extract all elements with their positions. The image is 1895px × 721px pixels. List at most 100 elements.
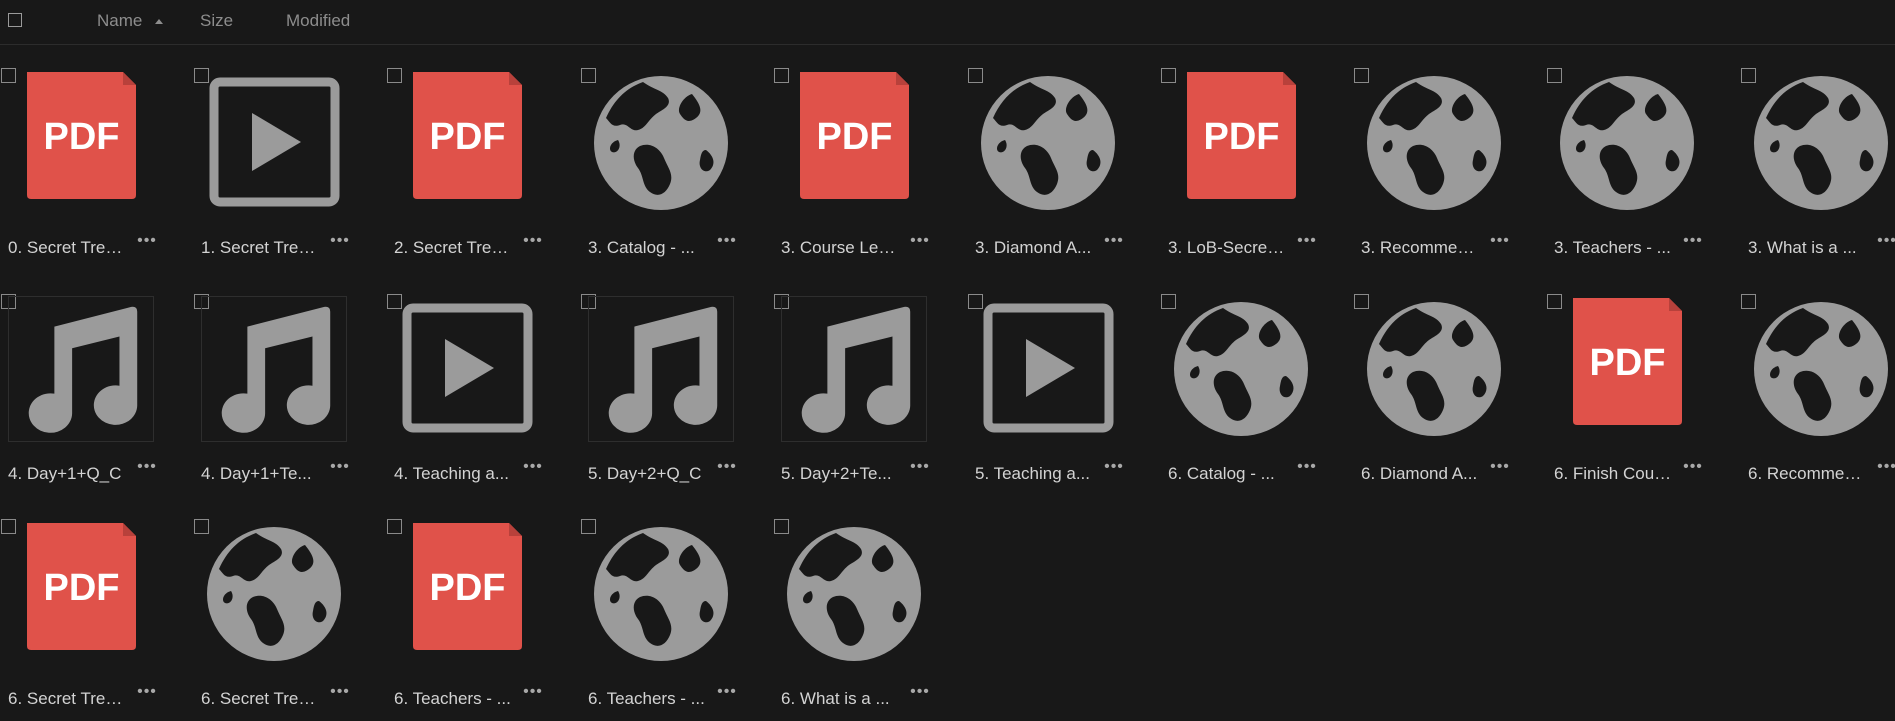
file-name-label[interactable]: 3. LoB-Secret...: [1168, 238, 1286, 258]
file-tile[interactable]: PDF 3. Course Lea... •••: [773, 45, 965, 270]
file-tile[interactable]: PDF 6. Finish Cour... •••: [1546, 271, 1738, 496]
file-tile[interactable]: 3. What is a ... •••: [1740, 45, 1895, 270]
more-options-icon[interactable]: •••: [329, 231, 351, 253]
globe-icon[interactable]: [1168, 296, 1314, 442]
file-name-label[interactable]: 5. Day+2+Te...: [781, 464, 899, 484]
file-tile[interactable]: 6. Diamond A... •••: [1353, 271, 1545, 496]
more-options-icon[interactable]: •••: [522, 231, 544, 253]
file-name-label[interactable]: 6. What is a ...: [781, 689, 899, 709]
video-icon[interactable]: [201, 70, 347, 216]
pdf-icon[interactable]: PDF: [394, 521, 540, 667]
file-tile[interactable]: PDF 3. LoB-Secret... •••: [1160, 45, 1352, 270]
music-icon[interactable]: [201, 296, 347, 442]
globe-icon[interactable]: [588, 70, 734, 216]
pdf-icon[interactable]: PDF: [1168, 70, 1314, 216]
more-options-icon[interactable]: •••: [909, 231, 931, 253]
pdf-icon[interactable]: PDF: [8, 70, 154, 216]
sort-ascending-icon[interactable]: [155, 19, 163, 24]
file-name-label[interactable]: 3. Course Lea...: [781, 238, 899, 258]
more-options-icon[interactable]: •••: [329, 682, 351, 704]
file-name-label[interactable]: 3. Recommen...: [1361, 238, 1479, 258]
more-options-icon[interactable]: •••: [716, 231, 738, 253]
globe-icon[interactable]: [1748, 70, 1894, 216]
more-options-icon[interactable]: •••: [522, 682, 544, 704]
column-name-header[interactable]: Name: [97, 11, 142, 31]
file-name-label[interactable]: 6. Secret Trea...: [8, 689, 126, 709]
file-tile[interactable]: 3. Recommen... •••: [1353, 45, 1545, 270]
more-options-icon[interactable]: •••: [1296, 231, 1318, 253]
more-options-icon[interactable]: •••: [1876, 457, 1895, 479]
file-tile[interactable]: PDF 2. Secret Trea... •••: [386, 45, 578, 270]
music-icon[interactable]: [588, 296, 734, 442]
more-options-icon[interactable]: •••: [909, 682, 931, 704]
file-name-label[interactable]: 3. What is a ...: [1748, 238, 1866, 258]
globe-icon[interactable]: [975, 70, 1121, 216]
pdf-icon[interactable]: PDF: [394, 70, 540, 216]
more-options-icon[interactable]: •••: [1876, 231, 1895, 253]
file-name-label[interactable]: 5. Day+2+Q_C: [588, 464, 706, 484]
file-tile[interactable]: PDF 6. Secret Trea... •••: [0, 496, 192, 721]
more-options-icon[interactable]: •••: [1103, 231, 1125, 253]
file-name-label[interactable]: 3. Catalog - ...: [588, 238, 706, 258]
pdf-icon[interactable]: PDF: [8, 521, 154, 667]
file-tile[interactable]: 5. Teaching a... •••: [967, 271, 1159, 496]
file-tile[interactable]: 3. Teachers - ... •••: [1546, 45, 1738, 270]
video-icon[interactable]: [975, 296, 1121, 442]
file-tile[interactable]: PDF 6. Teachers - ... •••: [386, 496, 578, 721]
globe-icon[interactable]: [1361, 70, 1507, 216]
globe-icon[interactable]: [201, 521, 347, 667]
file-tile[interactable]: 6. Recommen... •••: [1740, 271, 1895, 496]
file-tile[interactable]: 4. Day+1+Q_C •••: [0, 271, 192, 496]
more-options-icon[interactable]: •••: [136, 457, 158, 479]
more-options-icon[interactable]: •••: [136, 231, 158, 253]
column-size-header[interactable]: Size: [200, 11, 233, 31]
more-options-icon[interactable]: •••: [329, 457, 351, 479]
music-icon[interactable]: [781, 296, 927, 442]
more-options-icon[interactable]: •••: [1682, 457, 1704, 479]
file-name-label[interactable]: 4. Teaching a...: [394, 464, 512, 484]
more-options-icon[interactable]: •••: [716, 682, 738, 704]
file-name-label[interactable]: 2. Secret Trea...: [394, 238, 512, 258]
file-name-label[interactable]: 6. Finish Cour...: [1554, 464, 1672, 484]
select-all-checkbox[interactable]: [8, 13, 22, 27]
more-options-icon[interactable]: •••: [1682, 231, 1704, 253]
file-tile[interactable]: 4. Day+1+Te... •••: [193, 271, 385, 496]
file-name-label[interactable]: 3. Diamond A...: [975, 238, 1093, 258]
file-name-label[interactable]: 6. Diamond A...: [1361, 464, 1479, 484]
more-options-icon[interactable]: •••: [909, 457, 931, 479]
file-name-label[interactable]: 4. Day+1+Q_C: [8, 464, 126, 484]
more-options-icon[interactable]: •••: [716, 457, 738, 479]
file-tile[interactable]: PDF 0. Secret Trea... •••: [0, 45, 192, 270]
file-name-label[interactable]: 6. Secret Trea...: [201, 689, 319, 709]
file-tile[interactable]: 5. Day+2+Te... •••: [773, 271, 965, 496]
globe-icon[interactable]: [1361, 296, 1507, 442]
file-name-label[interactable]: 6. Catalog - ...: [1168, 464, 1286, 484]
more-options-icon[interactable]: •••: [522, 457, 544, 479]
file-tile[interactable]: 4. Teaching a... •••: [386, 271, 578, 496]
pdf-icon[interactable]: PDF: [781, 70, 927, 216]
video-icon[interactable]: [394, 296, 540, 442]
file-tile[interactable]: 6. Teachers - ... •••: [580, 496, 772, 721]
file-name-label[interactable]: 3. Teachers - ...: [1554, 238, 1672, 258]
column-modified-header[interactable]: Modified: [286, 11, 350, 31]
file-tile[interactable]: 3. Diamond A... •••: [967, 45, 1159, 270]
file-name-label[interactable]: 1. Secret Trea...: [201, 238, 319, 258]
file-tile[interactable]: 6. Secret Trea... •••: [193, 496, 385, 721]
file-name-label[interactable]: 6. Teachers - ...: [394, 689, 512, 709]
file-name-label[interactable]: 0. Secret Trea...: [8, 238, 126, 258]
file-name-label[interactable]: 6. Recommen...: [1748, 464, 1866, 484]
pdf-icon[interactable]: PDF: [1554, 296, 1700, 442]
more-options-icon[interactable]: •••: [1489, 457, 1511, 479]
file-name-label[interactable]: 6. Teachers - ...: [588, 689, 706, 709]
file-tile[interactable]: 3. Catalog - ... •••: [580, 45, 772, 270]
globe-icon[interactable]: [781, 521, 927, 667]
music-icon[interactable]: [8, 296, 154, 442]
globe-icon[interactable]: [1554, 70, 1700, 216]
globe-icon[interactable]: [588, 521, 734, 667]
file-tile[interactable]: 1. Secret Trea... •••: [193, 45, 385, 270]
file-tile[interactable]: 6. What is a ... •••: [773, 496, 965, 721]
more-options-icon[interactable]: •••: [136, 682, 158, 704]
file-tile[interactable]: 6. Catalog - ... •••: [1160, 271, 1352, 496]
file-name-label[interactable]: 5. Teaching a...: [975, 464, 1093, 484]
more-options-icon[interactable]: •••: [1296, 457, 1318, 479]
